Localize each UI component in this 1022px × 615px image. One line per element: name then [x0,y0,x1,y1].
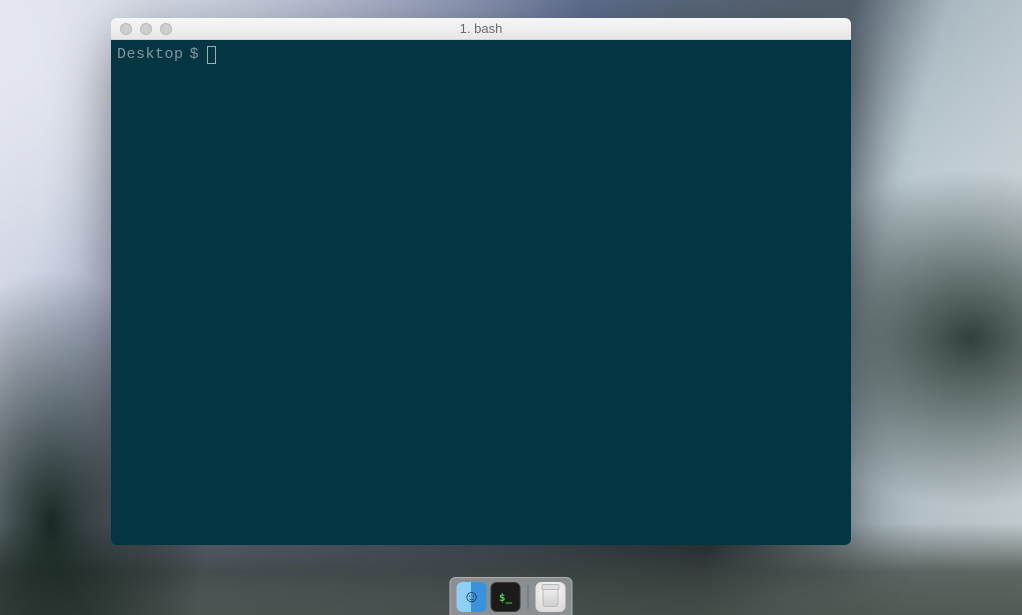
zoom-button[interactable] [160,23,172,35]
minimize-button[interactable] [140,23,152,35]
traffic-lights [111,23,172,35]
window-title-bar[interactable]: 1. bash [111,18,851,40]
cursor-icon [207,46,216,64]
dock: ☺ $_ [450,577,573,615]
prompt-cwd: Desktop [117,45,184,65]
terminal-window: 1. bash Desktop $ [111,18,851,545]
window-title: 1. bash [111,21,851,36]
close-button[interactable] [120,23,132,35]
dock-item-finder[interactable]: ☺ [457,582,487,612]
prompt-line: Desktop $ [117,45,845,65]
prompt-symbol: $ [190,45,199,65]
dock-item-trash[interactable] [536,582,566,612]
finder-icon: ☺ [457,582,487,612]
terminal-icon: $_ [499,591,512,604]
terminal-body[interactable]: Desktop $ [111,40,851,545]
dock-divider [528,585,529,609]
dock-item-terminal[interactable]: $_ [491,582,521,612]
trash-icon [543,587,559,607]
